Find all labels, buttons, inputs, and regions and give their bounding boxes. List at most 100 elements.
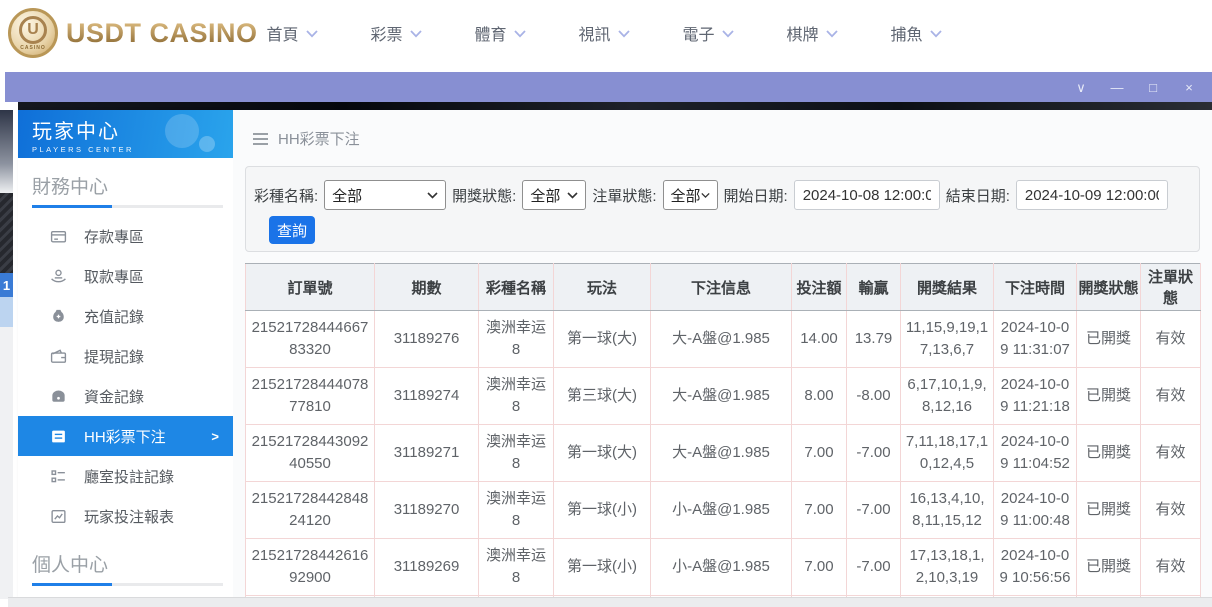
draw-status-label: 開獎狀態: — [452, 185, 516, 206]
table-cell: 11,15,9,19,17,13,6,7 — [901, 311, 994, 368]
table-cell: 2152172844261692900 — [246, 539, 375, 596]
table-cell: 已開獎 — [1077, 482, 1141, 539]
hand-coin-icon — [50, 268, 67, 285]
close-button[interactable]: × — [1182, 81, 1196, 94]
nav-item-label: 捕魚 — [890, 21, 922, 45]
column-header: 輸贏 — [847, 264, 901, 311]
nav-item-slots[interactable]: 電子 — [656, 21, 760, 45]
end-date-label: 結束日期: — [946, 185, 1010, 206]
table-cell: 2152172844309240550 — [246, 425, 375, 482]
table-cell: 小-A盤@1.985 — [651, 482, 792, 539]
nav-item-label: 體育 — [474, 21, 506, 45]
breadcrumb: HH彩票下注 — [253, 128, 360, 149]
sidebar-item-withdrawal-records[interactable]: 提現記錄> — [18, 336, 233, 376]
table-cell: 7,11,18,17,10,12,4,5 — [901, 425, 994, 482]
order-status-select[interactable]: 全部 — [663, 180, 718, 210]
bets-table: 訂單號期數彩種名稱玩法下注信息投注額輸贏開獎結果下注時間開獎狀態注單狀態2152… — [245, 263, 1201, 598]
table-cell: 31189269 — [375, 539, 479, 596]
table-cell: 澳洲幸运8 — [479, 311, 554, 368]
table-cell: 大-A盤@1.985 — [651, 311, 792, 368]
search-button[interactable]: 查詢 — [269, 216, 315, 244]
sidebar-item-hall-bet-records[interactable]: 廳室投註記錄> — [18, 456, 233, 496]
table-cell: 7.00 — [792, 425, 847, 482]
table-cell: 31189276 — [375, 311, 479, 368]
table-cell: 澳洲幸运8 — [479, 425, 554, 482]
sidebar-item-funds-records[interactable]: 資金記錄> — [18, 376, 233, 416]
hamburger-icon[interactable] — [253, 133, 268, 145]
nav-item-cards[interactable]: 棋牌 — [760, 21, 864, 45]
chevron-down-icon — [826, 30, 838, 38]
site-logo[interactable]: U CASINO USDT CASINO — [8, 8, 258, 58]
table-cell: 澳洲幸运8 — [479, 368, 554, 425]
chevron-down-icon — [618, 30, 630, 38]
table-cell: 7.00 — [792, 482, 847, 539]
sidebar-item-player-bet-report[interactable]: 玩家投注報表> — [18, 496, 233, 536]
start-date-input[interactable] — [794, 180, 940, 210]
sidebar-header: 玩家中心 PLAYERS CENTER — [18, 110, 233, 158]
draw-status-select[interactable]: 全部 — [522, 180, 586, 210]
checklist-icon — [50, 468, 67, 485]
sidebar-item-withdraw[interactable]: 取款專區> — [18, 256, 233, 296]
sidebar-section-label: 個人中心 — [32, 550, 219, 577]
draw-status-value: 全部 — [530, 185, 560, 206]
edge-badge: 1 — [0, 273, 13, 297]
table-cell: 2024-10-09 11:21:18 — [994, 368, 1077, 425]
lottery-name-select[interactable]: 全部 — [324, 180, 446, 210]
table-cell: 澳洲幸运8 — [479, 482, 554, 539]
sidebar-item-label: 提現記錄 — [84, 346, 144, 367]
sidebar-item-label: 玩家投注報表 — [84, 506, 174, 527]
bets-table-wrap: 訂單號期數彩種名稱玩法下注信息投注額輸贏開獎結果下注時間開獎狀態注單狀態2152… — [245, 263, 1201, 598]
nav-item-home[interactable]: 首頁 — [240, 21, 344, 45]
filter-row: 彩種名稱: 全部 開獎狀態: 全部 注單狀態: 全部 開始日期: 結束日期: — [254, 180, 1168, 210]
table-cell: -8.00 — [847, 368, 901, 425]
edge-deco-bottom — [0, 327, 13, 599]
section-underline — [32, 583, 223, 586]
nav-item-sports[interactable]: 體育 — [448, 21, 552, 45]
nav-item-lottery[interactable]: 彩票 — [344, 21, 448, 45]
chevron-down-icon — [701, 192, 710, 199]
maximize-button[interactable]: □ — [1146, 81, 1160, 94]
wallet-icon — [50, 348, 67, 365]
end-date-input[interactable] — [1016, 180, 1168, 210]
table-cell: -7.00 — [847, 425, 901, 482]
table-cell: 16,13,4,10,8,11,15,12 — [901, 482, 994, 539]
sidebar-section: 財務中心存款專區>取款專區>充值記錄>提現記錄>資金記錄>HH彩票下注>廳室投註… — [18, 172, 233, 536]
logo-badge-caption: CASINO — [20, 45, 45, 51]
sidebar-item-hh-lottery-bets[interactable]: HH彩票下注> — [18, 416, 233, 456]
chevron-down-icon — [306, 30, 318, 38]
chevron-down-icon — [722, 30, 734, 38]
sidebar-section: 個人中心消息公告> — [18, 550, 233, 598]
table-cell: 7.00 — [792, 539, 847, 596]
column-header: 開獎狀態 — [1077, 264, 1141, 311]
sidebar-menu: 財務中心存款專區>取款專區>充值記錄>提現記錄>資金記錄>HH彩票下注>廳室投註… — [18, 172, 233, 598]
chevron-down-icon — [567, 192, 578, 199]
nav-item-fishing[interactable]: 捕魚 — [864, 21, 968, 45]
column-header: 下注信息 — [651, 264, 792, 311]
table-cell: 有效 — [1141, 368, 1201, 425]
sidebar-item-deposit[interactable]: 存款專區> — [18, 216, 233, 256]
filter-panel: 彩種名稱: 全部 開獎狀態: 全部 注單狀態: 全部 開始日期: 結束日期: 查… — [245, 166, 1200, 252]
nav-item-label: 視訊 — [578, 21, 610, 45]
site-header: U CASINO USDT CASINO 首頁 彩票 體育 視訊 電子棋牌 捕魚 — [0, 0, 1212, 66]
table-cell: 31189270 — [375, 482, 479, 539]
table-row: 215217284430924055031189271澳洲幸运8第一球(大)大-… — [246, 425, 1201, 482]
nav-item-label: 首頁 — [266, 21, 298, 45]
chevron-right-icon: > — [211, 429, 219, 444]
window-bottom-edge — [8, 597, 1212, 607]
column-header: 下注時間 — [994, 264, 1077, 311]
purse-icon — [50, 388, 67, 405]
table-cell: 2024-10-09 10:56:56 — [994, 539, 1077, 596]
edge-deco-top — [0, 110, 13, 193]
nav-item-video[interactable]: 視訊 — [552, 21, 656, 45]
sidebar-item-label: 資金記錄 — [84, 386, 144, 407]
column-header: 彩種名稱 — [479, 264, 554, 311]
window-title-bar: ∨ — □ × — [5, 72, 1212, 102]
minimize-button[interactable]: — — [1110, 81, 1124, 94]
sidebar-item-recharge-records[interactable]: 充值記錄> — [18, 296, 233, 336]
table-cell: 第一球(大) — [554, 425, 651, 482]
table-row: 215217284446678332031189276澳洲幸运8第一球(大)大-… — [246, 311, 1201, 368]
collapse-button[interactable]: ∨ — [1074, 81, 1088, 94]
table-cell: 第三球(大) — [554, 368, 651, 425]
chevron-down-icon — [514, 30, 526, 38]
chevron-down-icon — [410, 30, 422, 38]
